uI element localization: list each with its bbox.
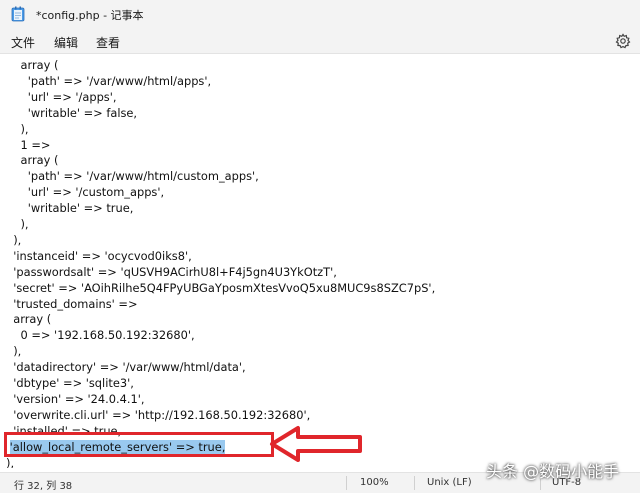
code-line: 'trusted_domains' => <box>6 296 138 311</box>
status-divider <box>346 476 347 490</box>
code-line: 1 => <box>6 137 51 152</box>
code-line: 'path' => '/var/www/html/custom_apps', <box>6 169 259 184</box>
code-line: 'writable' => true, <box>6 201 134 216</box>
line-ending[interactable]: Unix (LF) <box>427 477 472 488</box>
code-line: ), <box>6 121 29 136</box>
status-divider <box>414 476 415 490</box>
code-line: 'datadirectory' => '/var/www/html/data', <box>6 360 246 375</box>
code-line: ), <box>6 232 22 247</box>
cursor-position: 行 32, 列 38 <box>14 481 73 492</box>
menu-bar: 文件 编辑 查看 <box>0 28 640 54</box>
gear-icon[interactable] <box>615 33 631 49</box>
code-line: array ( <box>6 312 52 327</box>
code-line: array ( <box>6 58 59 72</box>
code-line: 'passwordsalt' => 'qUSVH9ACirhU8l+F4j5gn… <box>6 264 337 279</box>
text-editor[interactable]: array ( 'path' => '/var/www/html/apps', … <box>0 55 640 468</box>
notepad-icon <box>11 6 25 22</box>
highlight-box <box>4 432 274 457</box>
watermark-text: 头条 @数码小能手 <box>486 462 620 481</box>
code-line: 'overwrite.cli.url' => 'http://192.168.5… <box>6 407 311 422</box>
code-line: 'writable' => false, <box>6 105 138 120</box>
zoom-level[interactable]: 100% <box>360 477 389 488</box>
window-title: *config.php - 记事本 <box>36 9 144 22</box>
red-arrow-icon <box>270 426 362 462</box>
menu-file[interactable]: 文件 <box>11 34 35 51</box>
code-line: 'secret' => 'AOihRilhe5Q4FPyUBGaYposmXte… <box>6 280 436 295</box>
code-line: 'url' => '/apps', <box>6 89 117 104</box>
code-line: ), <box>6 344 22 359</box>
code-line: 'version' => '24.0.4.1', <box>6 391 145 406</box>
code-line: 0 => '192.168.50.192:32680', <box>6 328 195 343</box>
code-line: array ( <box>6 153 59 168</box>
menu-edit[interactable]: 编辑 <box>54 34 78 51</box>
code-line: 'path' => '/var/www/html/apps', <box>6 73 212 88</box>
title-bar: *config.php - 记事本 <box>0 0 640 28</box>
code-line: 'dbtype' => 'sqlite3', <box>6 376 134 390</box>
code-line: 'url' => '/custom_apps', <box>6 185 165 200</box>
code-line: ), <box>6 217 29 231</box>
menu-view[interactable]: 查看 <box>96 34 120 51</box>
code-line: 'instanceid' => 'ocycvod0iks8', <box>6 248 192 263</box>
